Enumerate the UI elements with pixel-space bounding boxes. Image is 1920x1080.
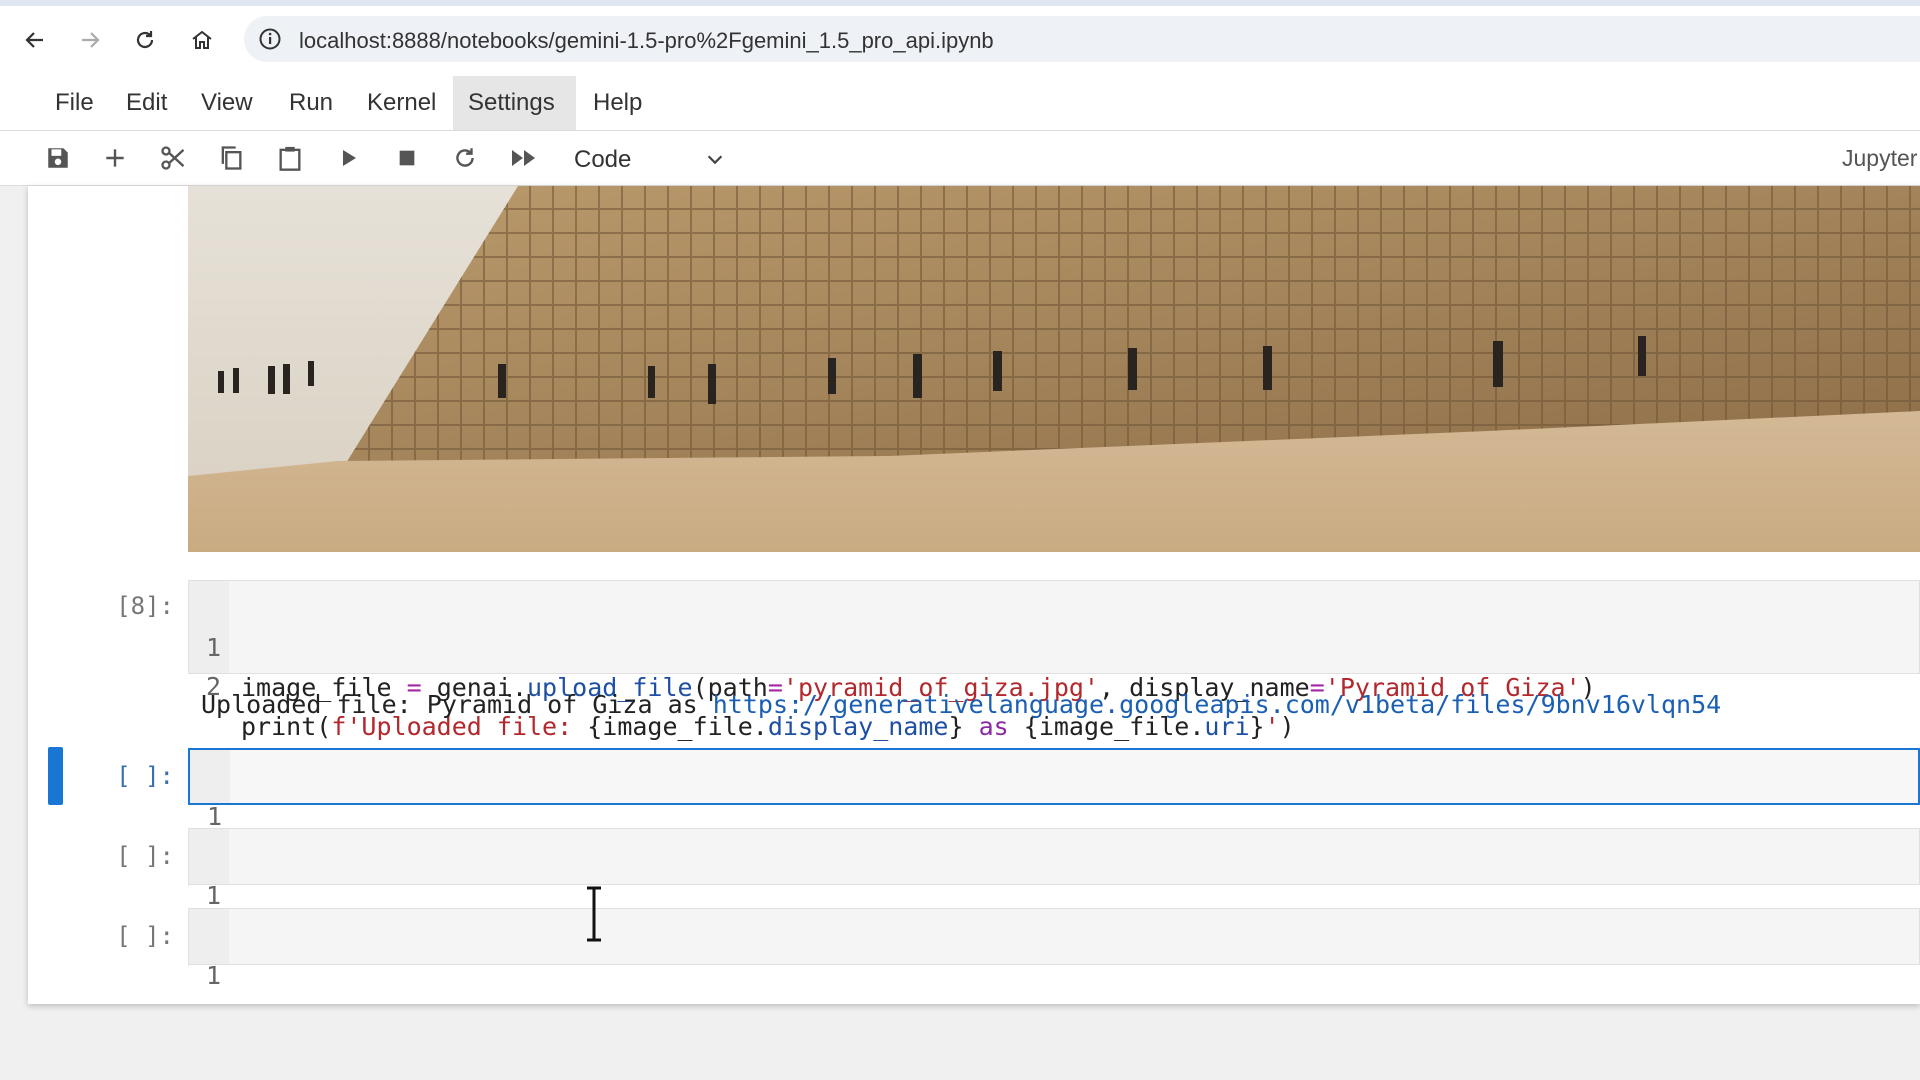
code-line: 1: [189, 916, 249, 990]
code-cell-input[interactable]: 1: [188, 908, 1920, 990]
back-arrow-icon[interactable]: [17, 22, 53, 58]
cell-prompt: [ ]:: [116, 842, 174, 870]
code-cell-input[interactable]: 1 image_file = genai.upload_file(path='p…: [188, 580, 1920, 741]
output-link[interactable]: https://generativelanguage.googleapis.co…: [713, 690, 1721, 719]
menu-help[interactable]: Help: [578, 76, 657, 130]
add-cell-icon[interactable]: [99, 142, 131, 174]
code-line: 1: [189, 836, 249, 910]
forward-arrow-icon[interactable]: [72, 22, 108, 58]
code-line: 1 file = genai.: [190, 757, 438, 871]
save-icon[interactable]: [42, 142, 74, 174]
cut-icon[interactable]: [157, 142, 189, 174]
fast-forward-icon[interactable]: [508, 142, 540, 174]
code-line: 2 print(f'Uploaded file: {image_file.dis…: [189, 627, 1295, 741]
notebook-toolbar: Code Jupyter: [0, 131, 1920, 186]
tab-strip: [0, 0, 1920, 6]
cell-type-select[interactable]: Code: [560, 138, 730, 178]
menu-file[interactable]: File: [40, 76, 109, 130]
paste-icon[interactable]: [274, 142, 306, 174]
output-text: Uploaded file: Pyramid of Giza as: [201, 690, 713, 719]
address-bar[interactable]: localhost:8888/notebooks/gemini-1.5-pro%…: [244, 16, 1920, 62]
active-code-cell-input[interactable]: 1 file = genai.: [188, 748, 1920, 871]
menu-kernel[interactable]: Kernel: [352, 76, 451, 130]
menu-bar: File Edit View Run Kernel Settings Help: [0, 76, 1920, 131]
kernel-label[interactable]: Jupyter: [1842, 145, 1917, 172]
menu-view[interactable]: View: [186, 76, 268, 130]
run-icon[interactable]: [333, 142, 365, 174]
menu-edit[interactable]: Edit: [111, 76, 182, 130]
menu-settings[interactable]: Settings: [453, 76, 576, 130]
cell-prompt: [8]:: [116, 592, 174, 620]
text-cursor-icon: [584, 886, 604, 942]
line-number: 1: [205, 961, 221, 990]
cell-prompt: [ ]:: [116, 922, 174, 950]
chevron-down-icon: [704, 148, 726, 175]
copy-icon[interactable]: [215, 142, 247, 174]
stop-icon[interactable]: [391, 142, 423, 174]
url-text[interactable]: localhost:8888/notebooks/gemini-1.5-pro%…: [299, 28, 994, 54]
browser-bar: localhost:8888/notebooks/gemini-1.5-pro%…: [0, 0, 1920, 77]
menu-run[interactable]: Run: [274, 76, 348, 130]
home-icon[interactable]: [184, 22, 220, 58]
reload-icon[interactable]: [127, 22, 163, 58]
cell-output: Uploaded file: Pyramid of Giza as https:…: [201, 690, 1721, 719]
cell-prompt: [ ]:: [116, 762, 174, 790]
cell-type-label: Code: [574, 146, 632, 173]
pyramid-image-output: [188, 186, 1920, 552]
site-info-icon[interactable]: [258, 27, 282, 51]
code-cell-input[interactable]: 1: [188, 828, 1920, 910]
restart-icon[interactable]: [449, 142, 481, 174]
code-line: 1 image_file = genai.upload_file(path='p…: [189, 588, 1596, 702]
